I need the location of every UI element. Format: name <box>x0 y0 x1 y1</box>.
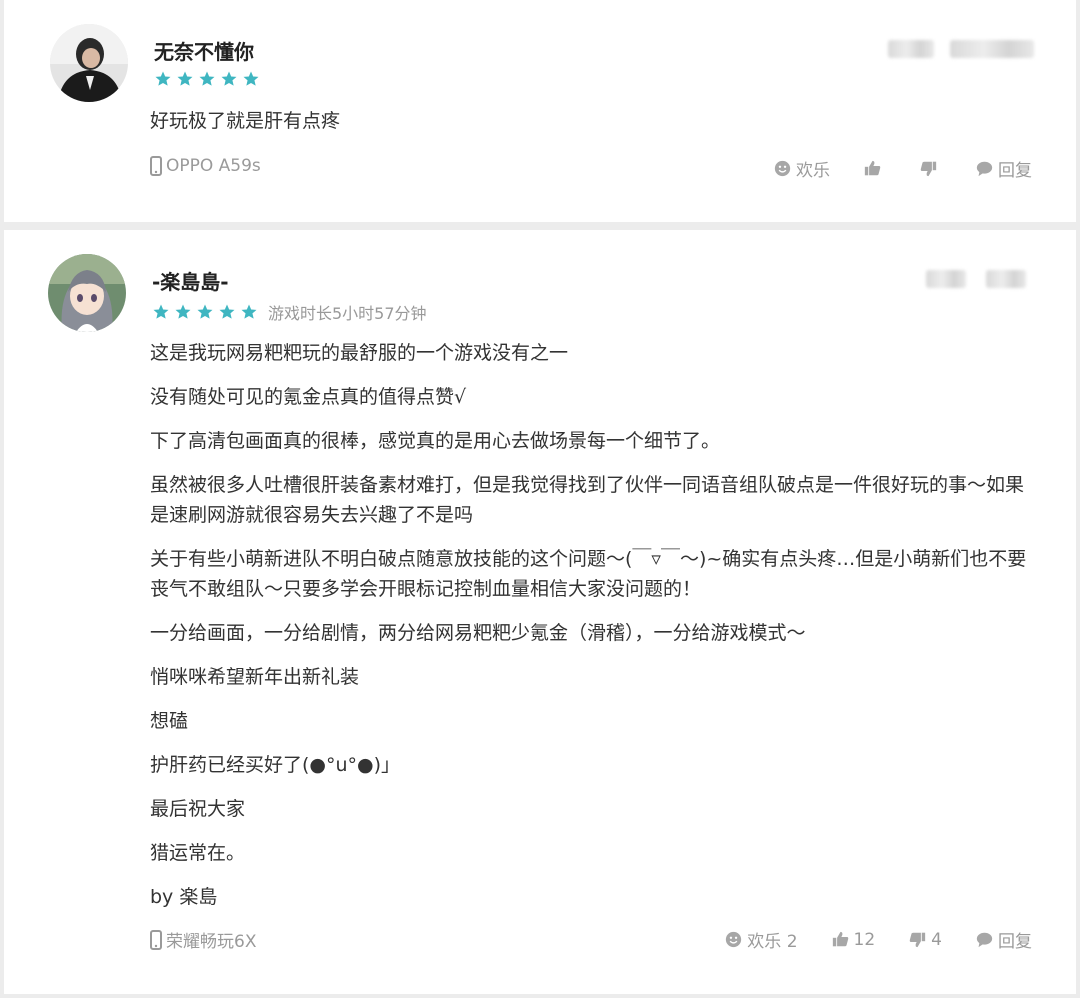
phone-icon <box>150 929 162 950</box>
review-card: 无奈不懂你 好玩极了就是肝有点疼 OPPO A59s 欢乐 回复 <box>4 0 1076 222</box>
dislike-button[interactable]: 4 <box>909 930 942 950</box>
comment-icon <box>976 932 993 948</box>
avatar[interactable] <box>48 254 126 332</box>
thumbs-up-icon <box>864 160 881 176</box>
review-paragraph: 一分给画面，一分给剧情，两分给网易粑粑少氪金（滑稽），一分给游戏模式～ <box>150 622 806 644</box>
funny-button[interactable]: 欢乐 2 <box>725 927 798 952</box>
rating-stars <box>154 70 264 88</box>
review-actions: 欢乐 2 12 4 回复 <box>691 927 1032 952</box>
star-icon <box>242 70 260 88</box>
review-paragraph: 猎运常在。 <box>150 842 246 864</box>
star-icon <box>154 70 172 88</box>
device-info: 荣耀畅玩6X <box>150 927 256 952</box>
review-paragraph: 好玩极了就是肝有点疼 <box>150 110 341 132</box>
like-button[interactable]: 12 <box>832 929 876 950</box>
device-name: OPPO A59s <box>166 156 261 176</box>
review-actions: 欢乐 回复 <box>740 156 1032 181</box>
reply-button[interactable]: 回复 <box>976 156 1032 181</box>
blurred-date <box>926 270 966 288</box>
star-icon <box>218 303 236 321</box>
playtime: 游戏时长5小时57分钟 <box>268 304 427 323</box>
thumbs-down-icon <box>909 932 926 948</box>
star-icon <box>220 70 238 88</box>
username[interactable]: -楽島島- <box>152 266 229 295</box>
device-info: OPPO A59s <box>150 156 261 176</box>
thumbs-up-icon <box>832 931 848 947</box>
star-icon <box>196 303 214 321</box>
review-content: 这是我玩网易粑粑玩的最舒服的一个游戏没有之一 没有随处可见的氪金点真的值得点赞√… <box>150 338 1036 926</box>
review-paragraph: 这是我玩网易粑粑玩的最舒服的一个游戏没有之一 <box>150 342 569 364</box>
funny-label: 欢乐 <box>796 161 830 181</box>
blurred-time <box>950 40 1034 58</box>
funny-label: 欢乐 2 <box>747 932 798 952</box>
star-icon <box>198 70 216 88</box>
review-paragraph: 悄咪咪希望新年出新礼装 <box>150 666 360 688</box>
smiley-icon <box>774 160 791 177</box>
reply-label: 回复 <box>998 161 1032 181</box>
reply-button[interactable]: 回复 <box>976 927 1032 952</box>
smiley-icon <box>726 931 742 948</box>
review-paragraph: 没有随处可见的氪金点真的值得点赞√ <box>150 386 467 408</box>
funny-button[interactable]: 欢乐 <box>774 156 830 181</box>
review-footer: 荣耀畅玩6X 欢乐 2 12 4 回复 <box>150 927 1032 953</box>
dislike-button[interactable] <box>920 160 942 177</box>
review-paragraph: 虽然被很多人吐槽很肝装备素材难打，但是我觉得找到了伙伴一同语音组队破点是一件很好… <box>150 474 1025 526</box>
review-footer: OPPO A59s 欢乐 回复 <box>150 156 1032 182</box>
review-card: -楽島島- 游戏时长5小时57分钟 这是我玩网易粑粑玩的最舒服的一个游戏没有之一… <box>4 230 1076 994</box>
rating-stars: 游戏时长5小时57分钟 <box>152 300 427 324</box>
review-paragraph: 想磕 <box>150 710 189 732</box>
avatar[interactable] <box>50 24 128 102</box>
star-icon <box>174 303 192 321</box>
blurred-date <box>888 40 934 58</box>
like-count: 12 <box>853 929 876 950</box>
comment-icon <box>976 161 993 177</box>
star-icon <box>176 70 194 88</box>
review-content: 好玩极了就是肝有点疼 <box>150 106 1036 150</box>
review-paragraph: 下了高清包画面真的很棒，感觉真的是用心去做场景每一个细节了。 <box>150 430 721 452</box>
review-paragraph: by 楽島 <box>150 886 218 908</box>
dislike-count: 4 <box>931 929 942 950</box>
device-name: 荣耀畅玩6X <box>166 932 257 952</box>
review-paragraph: 关于有些小萌新进队不明白破点随意放技能的这个问题～(￣▿￣～)~确实有点头疼…但… <box>150 548 1027 600</box>
username[interactable]: 无奈不懂你 <box>154 36 254 65</box>
review-paragraph: 最后祝大家 <box>150 798 246 820</box>
blurred-time <box>986 270 1026 288</box>
reply-label: 回复 <box>998 932 1032 952</box>
review-paragraph: 护肝药已经买好了(●°u°●)」 <box>150 754 401 776</box>
thumbs-down-icon <box>920 161 937 177</box>
like-button[interactable] <box>864 160 886 177</box>
star-icon <box>152 303 170 321</box>
star-icon <box>240 303 258 321</box>
phone-icon <box>150 156 162 176</box>
